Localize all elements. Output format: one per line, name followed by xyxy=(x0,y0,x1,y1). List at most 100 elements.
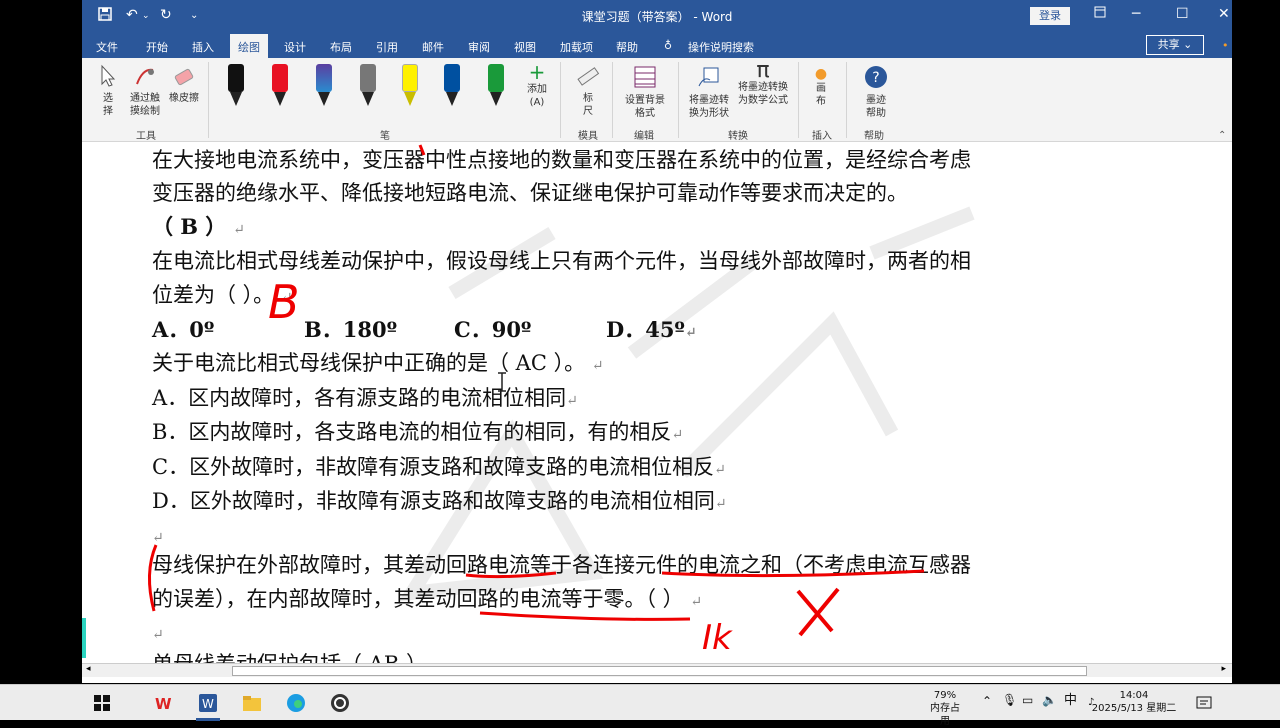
canvas-button[interactable]: ● 画布 xyxy=(808,67,834,108)
notification-icon[interactable] xyxy=(1194,693,1214,713)
tab-view[interactable]: 视图 xyxy=(514,39,536,55)
question-4-line-2-text: 的误差），在内部故障时，其差动回路的电流等于零。（ ） xyxy=(152,587,684,611)
ink-cross-2 xyxy=(798,587,840,637)
add-pen-button[interactable]: + 添加 (A) xyxy=(522,62,552,109)
background-format-button[interactable]: 设置背景格式 xyxy=(620,64,670,120)
ime-indicator[interactable]: 中 xyxy=(1064,694,1077,707)
ink-ik-label: Ik xyxy=(702,618,733,658)
tab-draw[interactable]: 绘图 xyxy=(230,34,268,58)
question-1-line-1: 在大接地电流系统中，变压器中性点接地的数量和变压器在系统中的位置，是经综合考虑 xyxy=(152,148,971,172)
pencil-gray[interactable] xyxy=(358,64,378,108)
ruler-button[interactable]: 标尺 xyxy=(574,64,602,118)
ink-to-shape-button[interactable]: 将墨迹转换为形状 xyxy=(684,64,734,120)
volume-icon[interactable]: 🔈 xyxy=(1042,694,1057,707)
empty-paragraph: ↵ xyxy=(152,520,164,553)
paragraph-mark: ↵ xyxy=(671,427,684,443)
pen-red[interactable] xyxy=(270,64,290,108)
question-2-line-2-text: 位差为（ ）。 xyxy=(152,283,275,307)
windows-start-icon[interactable] xyxy=(92,693,112,713)
select-label: 选择 xyxy=(103,93,113,117)
scroll-right-icon[interactable]: ▸ xyxy=(1221,664,1226,674)
tray-chevron-icon[interactable]: ⌃ xyxy=(982,695,992,708)
obs-icon[interactable] xyxy=(330,693,350,713)
group-separator xyxy=(798,62,799,138)
ribbon-display-icon[interactable] xyxy=(1094,6,1106,22)
login-button[interactable]: 登录 xyxy=(1030,7,1070,25)
group-insert-label: 插入 xyxy=(812,131,832,142)
wps-icon[interactable]: W xyxy=(154,693,174,713)
memory-usage[interactable]: 79% 内存占用 xyxy=(928,689,962,728)
more-icon[interactable]: • xyxy=(1222,39,1229,52)
clock[interactable]: 14:04 2025/5/13 星期二 xyxy=(1088,689,1180,715)
tab-layout[interactable]: 布局 xyxy=(330,39,352,55)
group-separator xyxy=(678,62,679,138)
share-button[interactable]: 共享 ⌄ xyxy=(1146,35,1204,55)
tell-me-search[interactable]: 操作说明搜索 xyxy=(688,39,754,55)
word-app-icon[interactable]: W xyxy=(198,693,218,713)
ruler-icon xyxy=(577,67,600,86)
select-button[interactable]: 选择 xyxy=(96,64,120,118)
group-separator xyxy=(846,62,847,138)
question-3-option-a-text: A．区内故障时，各有源支路的电流相位相同 xyxy=(152,386,567,410)
question-3-stem: 关于电流比相式母线保护中正确的是（ AC ）。 ↵ xyxy=(152,348,604,381)
question-2-line-1: 在电流比相式母线差动保护中，假设母线上只有两个元件，当母线外部故障时，两者的相 xyxy=(152,249,971,273)
tab-mailings[interactable]: 邮件 xyxy=(422,39,444,55)
scroll-thumb[interactable] xyxy=(232,666,1087,676)
question-2-option-a: A．0º xyxy=(152,317,215,342)
tab-home[interactable]: 开始 xyxy=(146,39,168,55)
ink-to-shape-label: 将墨迹转换为形状 xyxy=(689,95,729,119)
tab-references[interactable]: 引用 xyxy=(376,39,398,55)
eraser-button[interactable]: 橡皮擦 xyxy=(166,64,202,105)
ink-help-button[interactable]: ? 墨迹帮助 xyxy=(860,64,892,120)
tab-help[interactable]: 帮助 xyxy=(616,39,638,55)
group-pens-label: 笔 xyxy=(380,131,390,142)
highlighter-yellow[interactable] xyxy=(400,64,420,108)
collapse-ribbon-icon[interactable]: ⌃ xyxy=(1218,130,1226,141)
horizontal-scrollbar[interactable]: ◂ ▸ xyxy=(82,663,1232,677)
question-1-line-2: 变压器的绝缘水平、降低接地短路电流、保证继电保护可靠动作等要求而决定的。 xyxy=(152,181,908,205)
paragraph-mark: ↵ xyxy=(280,290,293,306)
tab-design[interactable]: 设计 xyxy=(284,39,306,55)
group-separator xyxy=(208,62,209,138)
tab-review[interactable]: 审阅 xyxy=(468,39,490,55)
share-label: 共享 xyxy=(1157,38,1180,51)
pen-black[interactable] xyxy=(226,64,246,108)
tab-insert[interactable]: 插入 xyxy=(192,39,214,55)
question-1-answer-text: （ B ） xyxy=(152,214,227,239)
maximize-icon[interactable]: ☐ xyxy=(1176,6,1189,22)
ink-help-label: 墨迹帮助 xyxy=(866,95,886,119)
question-2-option-d-text: D．45º xyxy=(606,317,685,342)
memory-label: 内存占用 xyxy=(930,703,960,727)
side-accent-bar xyxy=(82,618,86,658)
pen-blue[interactable] xyxy=(442,64,462,108)
pen-galaxy[interactable] xyxy=(314,64,334,108)
tab-file[interactable]: 文件 xyxy=(96,39,118,55)
eraser-label: 橡皮擦 xyxy=(169,93,199,104)
paragraph-mark: ↵ xyxy=(152,627,164,643)
memory-percent: 79% xyxy=(933,690,957,701)
question-4-line-1: 母线保护在外部故障时，其差动回路电流等于各连接元件的电流之和（不考虑电流互感器 xyxy=(152,553,971,577)
file-explorer-icon[interactable] xyxy=(242,693,262,713)
empty-paragraph: ↵ xyxy=(152,617,164,650)
taskbar: W W 79% 内存占用 ⌃ 🎙 ▭ 🔈 中 ♪ 14:04 2025/5/13… xyxy=(0,684,1280,727)
question-4-line-2: 的误差），在内部故障时，其差动回路的电流等于零。（ ） ↵ xyxy=(152,584,702,617)
network-icon[interactable]: ▭ xyxy=(1022,694,1033,707)
microphone-icon[interactable]: 🎙 xyxy=(1002,694,1017,707)
touch-draw-button[interactable]: 通过触摸绘制 xyxy=(124,64,166,118)
edge-icon[interactable] xyxy=(286,693,306,713)
paragraph-mark: ↵ xyxy=(690,594,703,610)
ink-to-math-button[interactable]: π 将墨迹转换为数学公式 xyxy=(734,60,792,107)
screen: ↶ ⌄ ↻ ⌄ 课堂习题（带答案） - Word 登录 ─ ☐ ✕ 文件 开始 … xyxy=(0,0,1280,727)
paragraph-mark: ↵ xyxy=(566,393,578,409)
minimize-icon[interactable]: ─ xyxy=(1132,6,1140,22)
lightbulb-icon: ♁ xyxy=(664,39,673,52)
question-3-option-b: B．区内故障时，各支路电流的相位有的相同，有的相反↵ xyxy=(152,417,683,450)
document-page[interactable]: 在大接地电流系统中，变压器中性点接地的数量和变压器在系统中的位置，是经综合考虑 … xyxy=(82,143,1232,663)
tab-addins[interactable]: 加载项 xyxy=(560,39,593,55)
question-2-option-d: D．45º↵ xyxy=(606,315,697,348)
pen-green[interactable] xyxy=(486,64,506,108)
background-format-label: 设置背景格式 xyxy=(625,95,665,119)
question-3-option-d-text: D．区外故障时，非故障有源支路和故障支路的电流相位相同 xyxy=(152,489,715,513)
scroll-left-icon[interactable]: ◂ xyxy=(86,664,91,674)
close-icon[interactable]: ✕ xyxy=(1218,6,1230,22)
